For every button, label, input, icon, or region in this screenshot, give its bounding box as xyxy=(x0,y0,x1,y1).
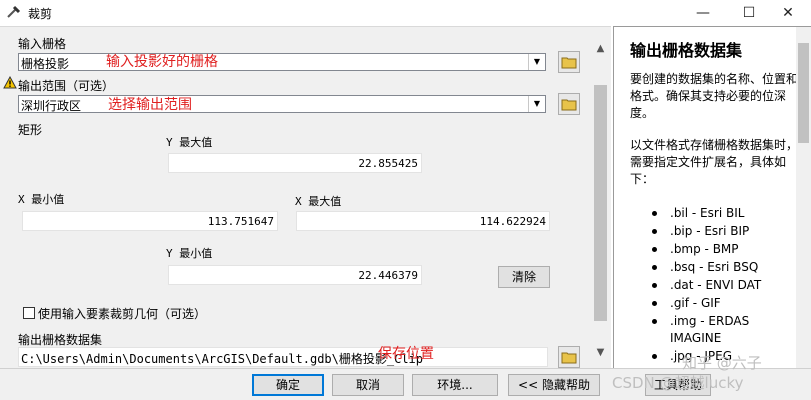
y-min-input[interactable]: 22.446379 xyxy=(168,265,422,285)
parameters-pane: 输入栅格 栅格投影 ▼ 输入投影好的栅格 输出范围（可选） 深圳行政区 ▼ 选择… xyxy=(0,26,611,368)
bullet-icon xyxy=(652,301,657,306)
bullet-icon xyxy=(652,283,657,288)
x-max-input[interactable]: 114.622924 xyxy=(296,211,550,231)
minimize-button[interactable]: — xyxy=(680,0,726,26)
bullet-icon xyxy=(652,229,657,234)
output-extent-label: 输出范围（可选） xyxy=(18,79,115,93)
ok-button[interactable]: 确定 xyxy=(252,374,324,396)
list-item: .img - ERDAS IMAGINE xyxy=(648,313,798,347)
format-text: .bip - Esri BIP xyxy=(670,224,750,238)
warning-icon xyxy=(3,76,17,89)
list-item: .dat - ENVI DAT xyxy=(648,277,798,294)
x-max-value: 114.622924 xyxy=(479,215,546,228)
bullet-icon xyxy=(652,247,657,252)
format-text: .gif - GIF xyxy=(670,296,721,310)
y-max-label: Y 最大值 xyxy=(166,136,213,149)
format-text: .bil - Esri BIL xyxy=(670,206,745,220)
output-extent-combo[interactable]: 深圳行政区 ▼ xyxy=(18,95,546,113)
watermark-zhihu: 知乎 @六子 xyxy=(682,354,762,372)
cancel-button[interactable]: 取消 xyxy=(332,374,404,396)
rectangle-label: 矩形 xyxy=(18,123,43,137)
scrollbar-thumb[interactable] xyxy=(798,43,809,143)
format-text: .dat - ENVI DAT xyxy=(670,278,762,292)
help-paragraph-2: 以文件格式存储栅格数据集时，需要指定文件扩展名，具体如下： xyxy=(630,138,799,186)
browse-folder-icon[interactable] xyxy=(558,346,580,368)
watermark-csdn: CSDN @超越lucky xyxy=(612,374,744,392)
list-item: .bmp - BMP xyxy=(648,241,798,258)
annotation-save-location: 保存位置 xyxy=(378,346,434,362)
output-dataset-value: C:\Users\Admin\Documents\ArcGIS\Default.… xyxy=(21,352,424,366)
x-min-value: 113.751647 xyxy=(207,215,274,228)
list-item: .gif - GIF xyxy=(648,295,798,312)
output-extent-value: 深圳行政区 xyxy=(21,99,82,113)
y-min-label: Y 最小值 xyxy=(166,247,213,260)
scissors-tool-icon xyxy=(7,5,21,18)
input-raster-label: 输入栅格 xyxy=(18,37,67,51)
bullet-icon xyxy=(652,265,657,270)
x-min-input[interactable]: 113.751647 xyxy=(22,211,278,231)
use-features-checkbox[interactable] xyxy=(23,307,35,319)
x-min-label: X 最小值 xyxy=(18,193,65,206)
title-bar: 裁剪 — ☐ ✕ xyxy=(0,0,811,26)
bullet-icon xyxy=(652,319,657,324)
clear-button[interactable]: 清除 xyxy=(498,266,550,288)
close-button[interactable]: ✕ xyxy=(765,0,811,26)
environments-button[interactable]: 环境... xyxy=(412,374,498,396)
scroll-up-icon[interactable]: ▲ xyxy=(593,43,608,57)
help-title: 输出栅格数据集 xyxy=(630,41,743,60)
hide-help-button[interactable]: << 隐藏帮助 xyxy=(508,374,600,396)
dropdown-arrow-icon[interactable]: ▼ xyxy=(528,96,545,112)
browse-folder-icon[interactable] xyxy=(558,51,580,73)
input-raster-combo[interactable]: 栅格投影 ▼ xyxy=(18,53,546,71)
output-dataset-input[interactable]: C:\Users\Admin\Documents\ArcGIS\Default.… xyxy=(18,347,548,367)
browse-folder-icon[interactable] xyxy=(558,93,580,115)
scrollbar-thumb[interactable] xyxy=(594,85,607,321)
list-item: .bsq - Esri BSQ xyxy=(648,259,798,276)
x-max-label: X 最大值 xyxy=(295,195,342,208)
help-pane: 输出栅格数据集 要创建的数据集的名称、位置和格式。确保其支持必要的位深度。 以文… xyxy=(613,26,811,368)
bullet-icon xyxy=(652,354,657,359)
format-text: .bmp - BMP xyxy=(670,242,739,256)
y-max-input[interactable]: 22.855425 xyxy=(168,153,422,173)
format-text: .bsq - Esri BSQ xyxy=(670,260,759,274)
list-item: .bil - Esri BIL xyxy=(648,205,798,222)
annotation-output-extent: 选择输出范围 xyxy=(108,97,192,113)
y-min-value: 22.446379 xyxy=(358,269,418,282)
help-scrollbar[interactable] xyxy=(796,27,811,368)
window-title: 裁剪 xyxy=(28,7,53,21)
dropdown-arrow-icon[interactable]: ▼ xyxy=(528,54,545,70)
help-paragraph-1: 要创建的数据集的名称、位置和格式。确保其支持必要的位深度。 xyxy=(630,72,799,120)
annotation-input-raster: 输入投影好的栅格 xyxy=(106,54,218,70)
bullet-icon xyxy=(652,211,657,216)
format-text: .img - ERDAS IMAGINE xyxy=(670,314,750,345)
y-max-value: 22.855425 xyxy=(358,157,418,170)
output-dataset-label: 输出栅格数据集 xyxy=(18,333,103,347)
list-item: .bip - Esri BIP xyxy=(648,223,798,240)
use-features-label: 使用输入要素裁剪几何（可选） xyxy=(38,307,207,321)
scroll-down-icon[interactable]: ▼ xyxy=(593,347,608,361)
input-raster-value: 栅格投影 xyxy=(21,57,70,71)
parameters-scrollbar[interactable]: ▲ ▼ xyxy=(593,43,608,363)
help-format-list: .bil - Esri BIL .bip - Esri BIP .bmp - B… xyxy=(648,205,798,366)
